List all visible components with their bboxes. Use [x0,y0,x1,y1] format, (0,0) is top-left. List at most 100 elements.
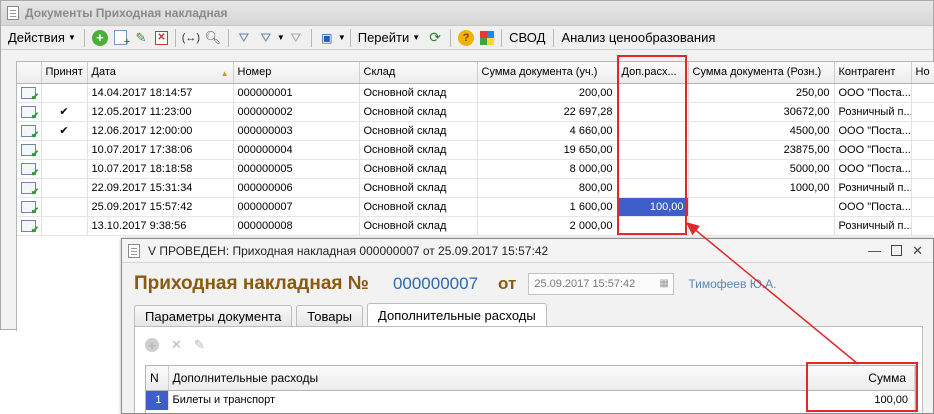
column-header-expense-name[interactable]: Дополнительные расходы [168,366,807,391]
table-row[interactable]: 14.04.2017 18:14:57000000001Основной скл… [17,83,934,103]
retail-sum-cell[interactable] [688,216,835,236]
column-header-retail-sum[interactable]: Сумма документа (Розн.) [688,62,835,84]
sum-cell[interactable]: 22 697,28 [477,102,618,122]
extra-expenses-cell[interactable] [617,159,689,179]
warehouse-cell[interactable]: Основной склад [359,159,478,179]
document-date-field[interactable]: 25.09.2017 15:57:42 ▦ [528,273,675,295]
accepted-cell[interactable] [41,178,88,198]
row-status-cell[interactable] [17,102,42,122]
retail-sum-cell[interactable]: 1000,00 [688,178,835,198]
post-icon[interactable]: ▣ [319,30,335,46]
more-cell[interactable] [911,83,934,103]
number-cell[interactable]: 000000003 [233,121,360,141]
table-row[interactable]: 25.09.2017 15:57:42000000007Основной скл… [17,197,934,217]
actions-menu-button[interactable]: Действия ▼ [5,28,79,48]
warehouse-cell[interactable]: Основной склад [359,83,478,103]
tab-goods[interactable]: Товары [296,305,364,326]
minimize-icon[interactable]: — [868,243,881,258]
sum-cell[interactable]: 2 000,00 [477,216,618,236]
retail-sum-cell[interactable]: 4500,00 [688,121,835,141]
row-status-cell[interactable] [17,178,42,198]
row-status-cell[interactable] [17,216,42,236]
retail-sum-cell[interactable]: 30672,00 [688,102,835,122]
search-icon[interactable]: 🔍︎ [205,30,222,46]
row-number-cell[interactable]: 1 [146,390,169,410]
column-header-icon[interactable] [17,62,42,84]
counterparty-cell[interactable]: ООО "Поста... [834,197,912,217]
row-status-cell[interactable] [17,159,42,179]
counterparty-cell[interactable]: Розничный п... [834,178,912,198]
counterparty-cell[interactable]: ООО "Поста... [834,83,912,103]
table-row[interactable]: 10.07.2017 17:38:06000000004Основной скл… [17,140,934,160]
number-cell[interactable]: 000000001 [233,83,360,103]
warehouse-cell[interactable]: Основной склад [359,102,478,122]
accepted-cell[interactable] [41,216,88,236]
extra-expenses-cell[interactable] [617,178,689,198]
color-palette-icon[interactable] [480,30,495,45]
expense-sum-cell[interactable]: 100,00 [806,390,915,410]
more-cell[interactable] [911,159,934,179]
delete-icon[interactable]: ✕ [154,30,168,45]
more-cell[interactable] [911,178,934,198]
interval-icon[interactable]: (↔) [182,30,200,46]
refresh-icon[interactable]: ⟳ [427,29,443,46]
calendar-icon[interactable]: ▦ [659,278,669,290]
column-header-n[interactable]: N [146,366,169,391]
sum-cell[interactable]: 800,00 [477,178,618,198]
number-cell[interactable]: 000000004 [233,140,360,160]
more-cell[interactable] [911,102,934,122]
tab-extra-expenses[interactable]: Дополнительные расходы [367,303,547,326]
accepted-cell[interactable] [41,159,88,179]
number-cell[interactable]: 000000002 [233,102,360,122]
copy-icon[interactable] [113,30,130,48]
counterparty-cell[interactable]: ООО "Поста... [834,140,912,160]
column-header-counterparty[interactable]: Контрагент [834,62,912,84]
date-cell[interactable]: 10.07.2017 18:18:58 [87,159,234,179]
table-row[interactable]: 13.10.2017 9:38:56000000008Основной скла… [17,216,934,236]
extra-expenses-cell[interactable] [617,102,689,122]
extra-expenses-cell[interactable]: 100,00 [617,197,689,217]
counterparty-cell[interactable]: ООО "Поста... [834,159,912,179]
sum-cell[interactable]: 8 000,00 [477,159,618,179]
date-cell[interactable]: 22.09.2017 15:31:34 [87,178,234,198]
extra-expenses-cell[interactable] [617,83,689,103]
row-status-cell[interactable] [17,197,42,217]
edit-row-icon[interactable]: ✎ [194,337,205,353]
more-cell[interactable] [911,197,934,217]
table-row[interactable]: ✔12.05.2017 11:23:00000000002Основной ск… [17,102,934,122]
price-analysis-button[interactable]: Анализ ценообразования [558,28,718,48]
row-status-cell[interactable] [17,121,42,141]
svod-button[interactable]: СВОД [506,28,548,48]
number-cell[interactable]: 000000008 [233,216,360,236]
counterparty-cell[interactable]: Розничный п... [834,216,912,236]
maximize-icon[interactable] [891,245,903,256]
sum-cell[interactable]: 1 600,00 [477,197,618,217]
more-cell[interactable] [911,121,934,141]
column-header-sum[interactable]: Сумма документа (уч.) [477,62,618,84]
add-row-icon[interactable]: + [145,338,159,353]
date-cell[interactable]: 12.05.2017 11:23:00 [87,102,234,122]
warehouse-cell[interactable]: Основной склад [359,121,478,141]
number-cell[interactable]: 000000007 [233,197,360,217]
retail-sum-cell[interactable] [688,197,835,217]
close-icon[interactable]: ✕ [912,243,923,259]
date-cell[interactable]: 13.10.2017 9:38:56 [87,216,234,236]
filter-off-icon[interactable]: ⛛ [288,30,304,46]
row-status-cell[interactable] [17,83,42,103]
more-cell[interactable] [911,140,934,160]
date-cell[interactable]: 25.09.2017 15:57:42 [87,197,234,217]
extra-expenses-cell[interactable] [617,121,689,141]
column-header-accepted[interactable]: Принят [41,62,88,84]
edit-icon[interactable]: ✎ [133,30,149,46]
document-author-link[interactable]: Тимофеев Ю.А. [688,277,776,291]
counterparty-cell[interactable]: ООО "Поста... [834,121,912,141]
delete-row-icon[interactable]: ✕ [171,337,182,353]
date-cell[interactable]: 10.07.2017 17:38:06 [87,140,234,160]
date-cell[interactable]: 12.06.2017 12:00:00 [87,121,234,141]
filter-icon[interactable]: ⛛ [236,30,252,46]
add-icon[interactable]: + [91,29,108,46]
chevron-down-icon[interactable]: ▼ [338,33,346,42]
column-header-more[interactable]: Но [911,62,934,84]
goto-menu-button[interactable]: Перейти ▼ [355,28,423,48]
retail-sum-cell[interactable]: 250,00 [688,83,835,103]
